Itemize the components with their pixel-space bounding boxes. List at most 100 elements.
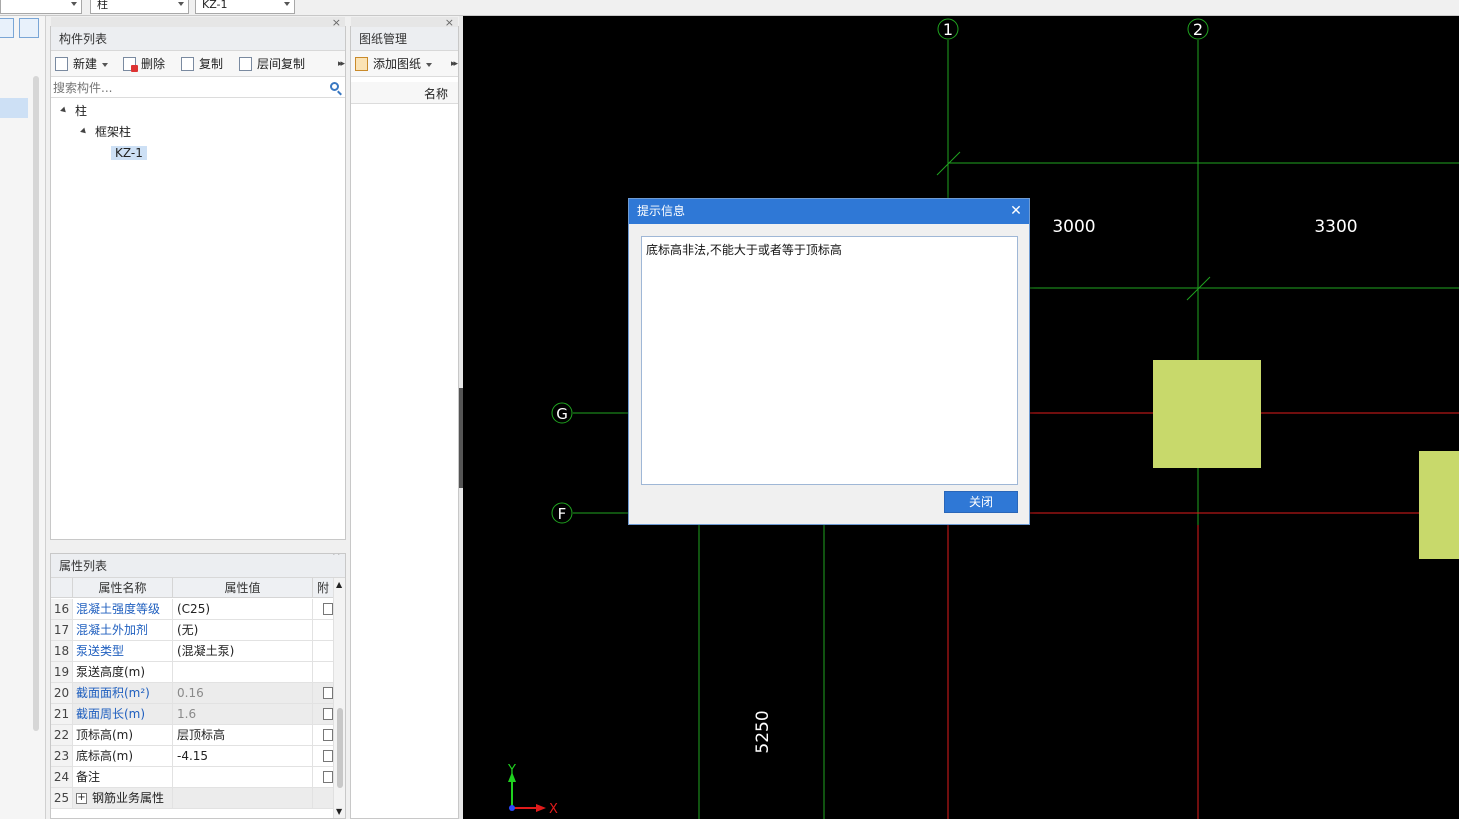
component-combo[interactable]: KZ-1 (195, 0, 295, 14)
scroll-up-icon[interactable]: ▲ (336, 580, 342, 589)
property-value-header[interactable]: 属性值 (173, 578, 313, 598)
table-row[interactable]: 23 底标高(m) -4.15 (51, 746, 333, 767)
chevron-down-icon (71, 2, 77, 6)
property-name[interactable]: 泵送类型 (73, 641, 173, 661)
row-number: 20 (51, 683, 73, 703)
row-number-header (51, 578, 73, 598)
drawing-management-title: 图纸管理 (351, 27, 458, 51)
attach-checkbox[interactable] (323, 603, 333, 615)
floor-copy-button[interactable]: 层间复制 (237, 55, 305, 73)
ucs-x-arrow (536, 804, 546, 812)
property-name-text: 泵送高度(m) (76, 665, 146, 679)
property-value[interactable] (173, 767, 313, 787)
property-list-title: 属性列表 (51, 554, 345, 578)
name-column-header[interactable]: 名称 (424, 85, 448, 102)
search-input[interactable] (53, 79, 323, 96)
tree-node-kz1[interactable]: KZ-1 (111, 143, 147, 163)
navigation-sidebar (0, 16, 46, 819)
tree-node-frame-column[interactable]: 框架柱 (80, 122, 131, 142)
column-kz1[interactable] (1153, 360, 1261, 468)
table-row[interactable]: 18 泵送类型 (混凝土泵) (51, 641, 333, 662)
property-value[interactable]: (C25) (173, 599, 313, 619)
drawing-list-header: 名称 (351, 82, 458, 104)
attach-cell (313, 599, 333, 619)
close-button[interactable]: 关闭 (944, 491, 1018, 513)
row-number: 18 (51, 641, 73, 661)
property-value[interactable] (173, 662, 313, 682)
grid-view-icon[interactable] (19, 18, 39, 38)
property-name-text: 备注 (76, 770, 101, 784)
list-view-icon[interactable] (0, 18, 14, 38)
property-list-panel: 属性列表 × 属性名称 属性值 附 16混凝土强度等级(C25)17混凝土外加剂… (50, 553, 346, 819)
close-icon[interactable]: ✕ (1009, 199, 1023, 224)
property-value[interactable]: -4.15 (173, 746, 313, 766)
table-row[interactable]: 21 截面周长(m) 1.6 (51, 704, 333, 725)
property-name-text: 顶标高(m) (76, 728, 134, 742)
add-drawing-button[interactable]: 添加图纸 (353, 55, 433, 73)
row-number: 23 (51, 746, 73, 766)
attach-header[interactable]: 附 (313, 578, 333, 598)
ucs-x-label: X (549, 802, 558, 817)
property-name[interactable]: 截面周长(m) (73, 704, 173, 724)
attach-checkbox[interactable] (323, 708, 333, 720)
copy-button[interactable]: 复制 (179, 55, 223, 73)
table-row[interactable]: 22 顶标高(m) 层顶标高 (51, 725, 333, 746)
chevron-down-icon (102, 62, 109, 67)
toolbar-overflow-icon[interactable]: ▸▸ (338, 59, 345, 69)
attach-cell (313, 704, 333, 724)
delete-button[interactable]: 删除 (121, 55, 165, 73)
dialog-message: 底标高非法,不能大于或者等于顶标高 (641, 236, 1018, 485)
property-name: 泵送高度(m) (73, 662, 173, 682)
column-kz1[interactable] (1419, 451, 1459, 559)
sidebar-selected-item[interactable] (0, 98, 28, 118)
floor-copy-button-label: 层间复制 (257, 57, 306, 71)
floor-copy-icon (239, 57, 252, 71)
attach-checkbox[interactable] (323, 771, 333, 783)
property-scrollbar[interactable]: ▲ ▼ (333, 578, 345, 818)
new-button[interactable]: 新建 (53, 55, 109, 73)
category-combo-value: 柱 (97, 0, 108, 11)
table-row[interactable]: 17 混凝土外加剂 (无) (51, 620, 333, 641)
property-name[interactable]: 混凝土强度等级 (73, 599, 173, 619)
property-name-text: 截面面积(m²) (76, 686, 150, 700)
app-window: 柱 KZ-1 × 构件列表 新建 删除 复制 层间复制 ▸▸ 搜索构件... 柱… (0, 0, 1459, 819)
property-name[interactable]: 混凝土外加剂 (73, 620, 173, 640)
table-row[interactable]: 20 截面面积(m²) 0.16 (51, 683, 333, 704)
property-value: 0.16 (173, 683, 313, 703)
attach-cell (313, 788, 333, 808)
table-row[interactable]: 16 混凝土强度等级 (C25) (51, 599, 333, 620)
sidebar-scrollbar[interactable] (33, 76, 39, 731)
property-name-text: 钢筋业务属性 (92, 791, 165, 805)
property-name-text: 底标高(m) (76, 749, 134, 763)
dimension-text-3000: 3000 (1052, 217, 1095, 237)
close-icon[interactable]: × (332, 554, 341, 558)
toolbar-overflow-icon[interactable]: ▸▸ (451, 59, 458, 69)
property-name-header[interactable]: 属性名称 (73, 578, 173, 598)
attach-checkbox[interactable] (323, 687, 333, 699)
floor-combo[interactable] (0, 0, 82, 14)
attach-checkbox[interactable] (323, 729, 333, 741)
component-list-panel: × 构件列表 新建 删除 复制 层间复制 ▸▸ 搜索构件... 柱 框架柱 KZ… (50, 16, 346, 540)
chevron-down-icon (178, 2, 184, 6)
row-number: 19 (51, 662, 73, 682)
axis-label-2: 2 (1193, 20, 1203, 39)
attach-checkbox[interactable] (323, 750, 333, 762)
scroll-down-icon[interactable]: ▼ (336, 807, 342, 816)
property-name[interactable]: 截面面积(m²) (73, 683, 173, 703)
attach-cell (313, 725, 333, 745)
search-icon[interactable] (330, 82, 339, 91)
table-row[interactable]: 24 备注 (51, 767, 333, 788)
table-row[interactable]: 19 泵送高度(m) (51, 662, 333, 683)
expand-plus-icon[interactable]: + (76, 793, 87, 804)
property-value[interactable]: (无) (173, 620, 313, 640)
table-row[interactable]: 25 + 钢筋业务属性 (51, 788, 333, 809)
property-name-text: 截面周长(m) (76, 707, 146, 721)
property-name-text: 混凝土外加剂 (76, 623, 149, 637)
category-combo[interactable]: 柱 (90, 0, 189, 14)
scroll-thumb[interactable] (337, 708, 343, 788)
tree-node-column[interactable]: 柱 (60, 101, 87, 121)
property-value[interactable]: (混凝土泵) (173, 641, 313, 661)
chevron-down-icon (284, 2, 290, 6)
property-value[interactable]: 层顶标高 (173, 725, 313, 745)
property-name-text: 混凝土强度等级 (76, 602, 161, 616)
